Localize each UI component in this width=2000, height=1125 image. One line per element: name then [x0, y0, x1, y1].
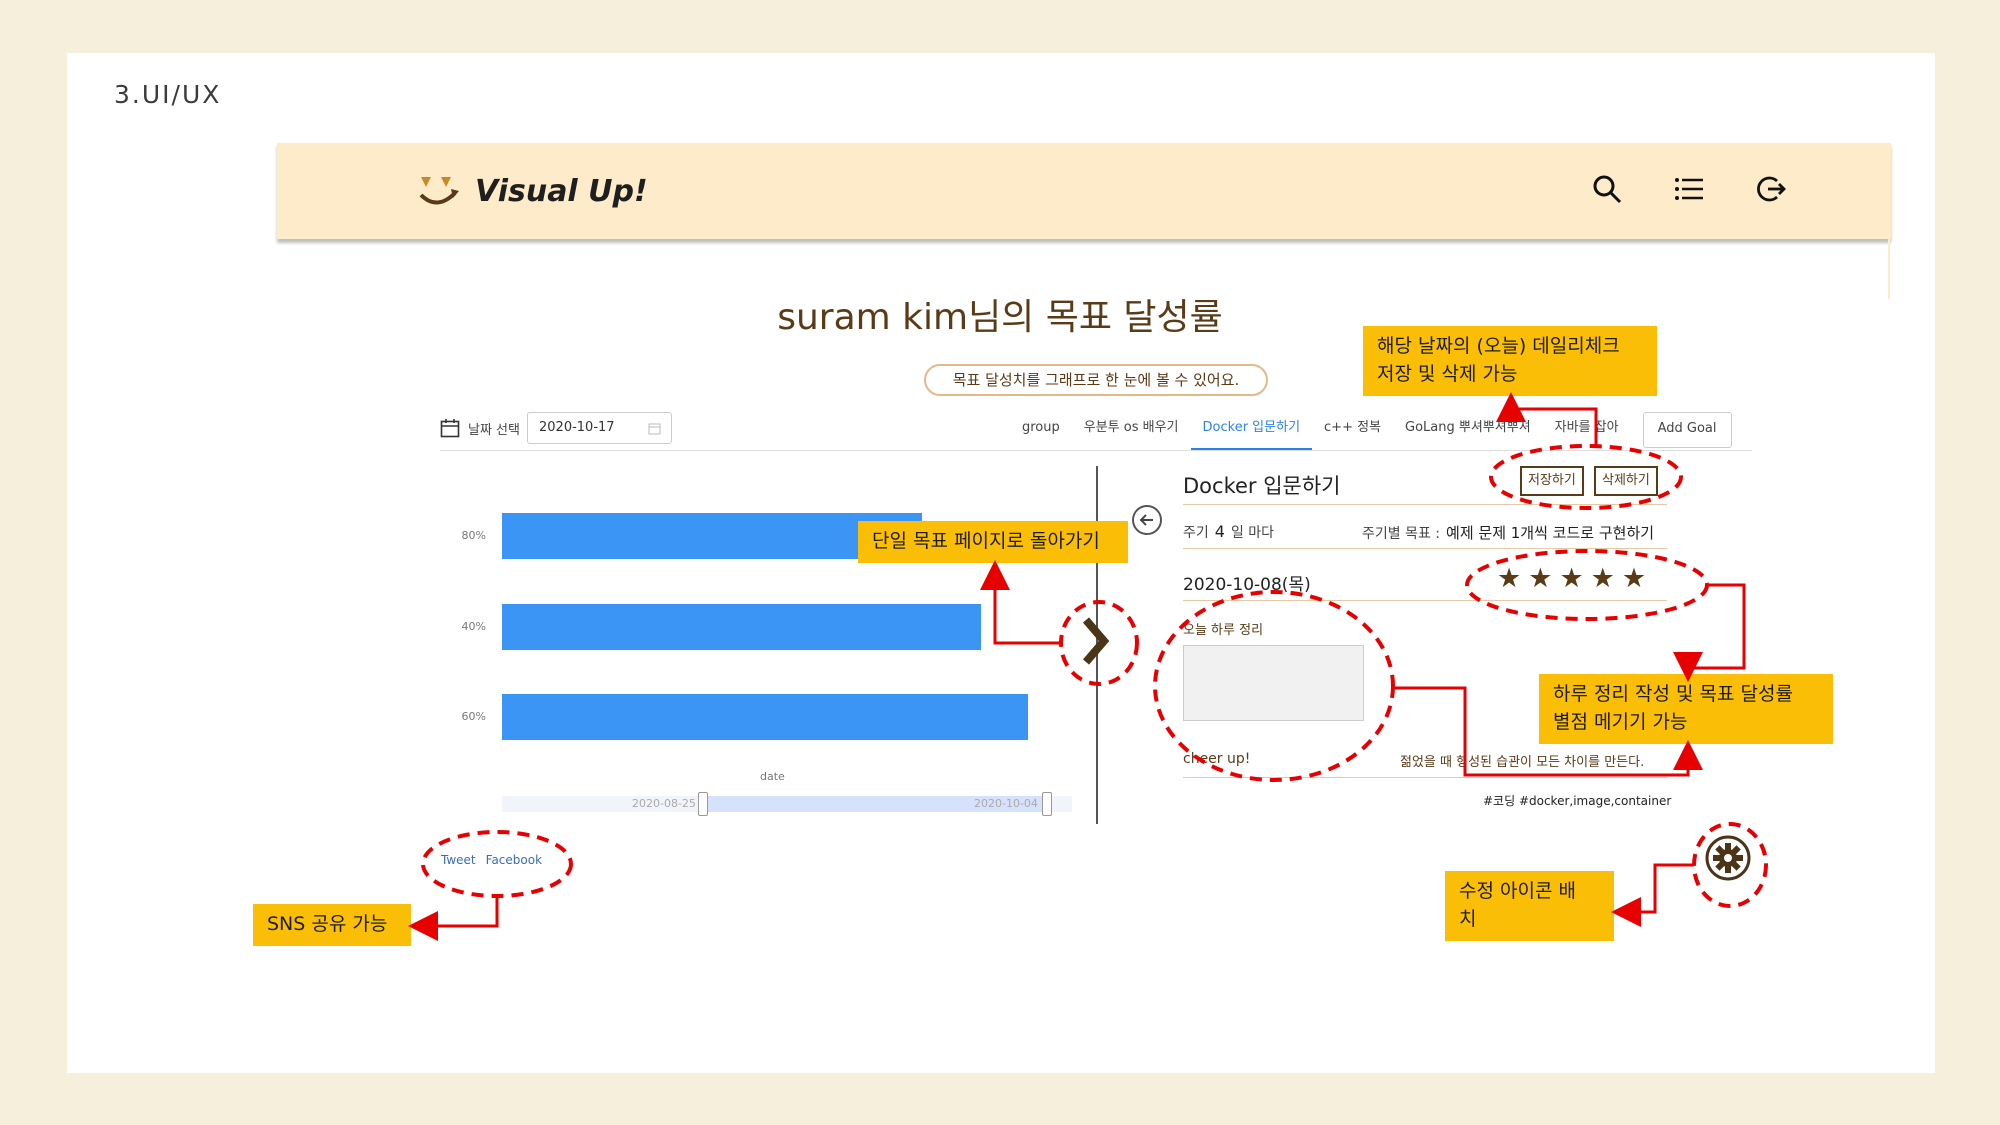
date-input[interactable]: 2020-10-17 — [527, 412, 672, 444]
period-info: 주기 4 일 마다 — [1183, 522, 1274, 542]
list-icon[interactable] — [1673, 173, 1705, 205]
annotation-edit-icon: 수정 아이콘 배 치 — [1445, 871, 1614, 941]
star-rating[interactable]: ★ ★ ★ ★ ★ — [1497, 564, 1646, 594]
divider — [1183, 600, 1667, 601]
tab-java[interactable]: 자바를 잡아 — [1543, 410, 1631, 450]
tweet-link[interactable]: Tweet — [441, 853, 476, 867]
add-goal-button[interactable]: Add Goal — [1642, 412, 1732, 448]
logo-text: Visual Up! — [475, 173, 648, 209]
logo[interactable]: Visual Up! — [417, 171, 648, 211]
achievement-chart: date 2020-08-25 2020-10-04 80% 40% 60% — [440, 460, 1080, 820]
calendar-icon — [648, 423, 661, 435]
period-goal: 주기별 목표 : 예제 문제 1개씩 코드로 구현하기 — [1362, 522, 1654, 543]
hashtags: #코딩 #docker,image,container — [1483, 794, 1672, 808]
chart-bar[interactable] — [502, 604, 981, 650]
search-icon[interactable] — [1591, 173, 1623, 205]
tab-golang[interactable]: GoLang 뿌셔뿌셔뿌셔 — [1393, 410, 1543, 450]
tab-group[interactable]: group — [1010, 410, 1072, 450]
goal-tabs: group 우분투 os 배우기 Docker 입문하기 c++ 정복 GoLa… — [1010, 410, 1732, 450]
chart-y-tick-label: 80% — [461, 529, 486, 542]
annotation-line: 저장 및 삭제 가능 — [1377, 363, 1518, 385]
range-end-handle[interactable] — [1042, 792, 1052, 816]
review-label: 오늘 하루 정리 — [1183, 623, 1264, 638]
date-input-value: 2020-10-17 — [539, 420, 615, 435]
period-goal-value: 예제 문제 1개씩 코드로 구현하기 — [1446, 524, 1655, 542]
goal-title: Docker 입문하기 — [1183, 474, 1341, 498]
chevron-right-icon[interactable] — [1082, 616, 1110, 666]
calendar-icon — [440, 419, 460, 438]
tab-docker[interactable]: Docker 입문하기 — [1190, 410, 1313, 450]
page-title: suram kim님의 목표 달성률 — [777, 297, 1223, 338]
period-prefix: 주기 — [1183, 525, 1209, 541]
period-value: 4 — [1214, 522, 1225, 541]
chart-y-tick-label: 40% — [461, 620, 486, 633]
annotation-review-rating: 하루 정리 작성 및 목표 달성률 별점 메기기 가능 — [1539, 674, 1833, 744]
divider — [1183, 777, 1667, 778]
range-start-label: 2020-08-25 — [632, 797, 696, 810]
page-subtitle: 목표 달성치를 그래프로 한 눈에 볼 수 있어요. — [924, 364, 1268, 396]
app-header: Visual Up! — [277, 143, 1891, 239]
annotation-line: 별점 메기기 가능 — [1553, 711, 1688, 733]
date-label: 날짜 선택 — [440, 418, 520, 438]
annotation-back-to-goal: 단일 목표 페이지로 돌아가기 — [858, 521, 1128, 563]
star-icon[interactable]: ★ — [1497, 564, 1521, 594]
star-icon[interactable]: ★ — [1622, 564, 1646, 594]
annotation-sns-share: SNS 공유 가능 — [253, 904, 411, 946]
divider — [1183, 504, 1667, 505]
delete-button[interactable]: 삭제하기 — [1594, 466, 1658, 496]
arrow-left-icon — [1139, 514, 1153, 526]
cheer-text: cheer up! — [1183, 751, 1251, 767]
tab-cpp[interactable]: c++ 정복 — [1312, 410, 1393, 450]
quote-text: 젊었을 때 형성된 습관이 모든 차이를 만든다. — [1400, 755, 1645, 770]
annotation-line: 해당 날짜의 (오늘) 데일리체크 — [1377, 335, 1620, 357]
gear-icon[interactable] — [1704, 834, 1752, 882]
range-end-label: 2020-10-04 — [974, 797, 1038, 810]
star-icon[interactable]: ★ — [1591, 564, 1615, 594]
goal-date: 2020-10-08(목) — [1183, 575, 1311, 595]
annotation-line: 수정 아이콘 배 — [1459, 880, 1576, 902]
chart-x-label: date — [760, 770, 785, 783]
save-button[interactable]: 저장하기 — [1520, 466, 1584, 496]
date-label-text: 날짜 선택 — [468, 422, 520, 438]
review-textarea[interactable] — [1183, 645, 1364, 721]
facebook-link[interactable]: Facebook — [486, 853, 542, 867]
tabs-divider — [440, 450, 1752, 451]
section-title: 3.UI/UX — [114, 80, 222, 109]
logout-icon[interactable] — [1755, 173, 1787, 205]
star-icon[interactable]: ★ — [1559, 564, 1583, 594]
chart-y-tick-label: 60% — [461, 710, 486, 723]
sns-share: Tweet Facebook — [441, 853, 542, 867]
period-suffix: 일 마다 — [1230, 525, 1275, 541]
tab-ubuntu[interactable]: 우분투 os 배우기 — [1072, 410, 1191, 450]
annotation-daily-check: 해당 날짜의 (오늘) 데일리체크 저장 및 삭제 가능 — [1363, 326, 1657, 396]
back-button[interactable] — [1132, 505, 1162, 535]
range-start-handle[interactable] — [698, 792, 708, 816]
logo-icon — [419, 177, 459, 205]
star-icon[interactable]: ★ — [1528, 564, 1552, 594]
period-goal-label: 주기별 목표 : — [1362, 526, 1441, 542]
annotation-line: 하루 정리 작성 및 목표 달성률 — [1553, 683, 1793, 705]
divider — [1183, 548, 1667, 549]
chart-bar[interactable] — [502, 694, 1028, 740]
annotation-line: 치 — [1459, 908, 1477, 930]
